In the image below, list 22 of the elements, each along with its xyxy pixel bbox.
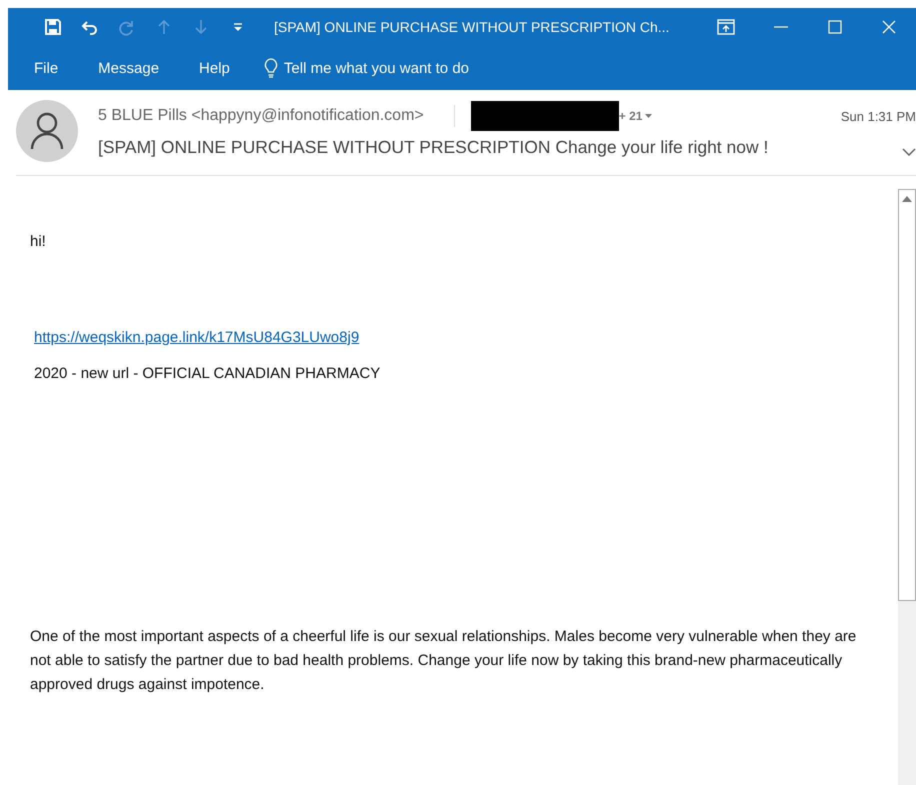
tagline-text: 2020 - new url - OFFICIAL CANADIAN PHARMACY xyxy=(34,365,382,382)
sender-name[interactable]: 5 BLUE Pills <happyny@infonotification.com> xyxy=(98,107,424,125)
scroll-up-icon[interactable] xyxy=(902,196,912,202)
close-icon[interactable] xyxy=(881,19,897,35)
menu-item[interactable]: Message xyxy=(98,60,160,76)
subject-line: [SPAM] ONLINE PURCHASE WITHOUT PRESCRIPTION Change your life right now ! xyxy=(98,137,768,158)
more-recipients-button[interactable]: + 21 xyxy=(618,109,652,123)
search-field[interactable]: Tell me what you want to do xyxy=(264,58,510,78)
lightbulb-icon xyxy=(264,58,278,78)
save-icon[interactable] xyxy=(44,18,62,36)
menu-item[interactable]: File xyxy=(34,60,58,76)
maximize-icon[interactable] xyxy=(827,19,843,35)
body-paragraph: One of the most important aspects of a cheerful life is our sexual relationships. Males become very vulnerable when they are not able to satisfy the partner due to bad health problems. Change your life now by taking this brand-new pharmaceutically approved drugs against impotence. xyxy=(30,627,858,695)
sent-date: Sun 1:31 PM xyxy=(840,108,916,124)
greeting-text: hi! xyxy=(30,233,47,250)
chevron-down-icon[interactable] xyxy=(902,148,916,156)
caret-icon xyxy=(645,114,652,118)
window-title: [SPAM] ONLINE PURCHASE WITHOUT PRESCRIPTION Ch... xyxy=(274,19,670,35)
url-link[interactable]: https://weqskikn.page.link/k17MsU84G3LUwo8j9 xyxy=(34,329,360,346)
menu-item[interactable]: Help xyxy=(199,60,230,76)
scrollbar[interactable] xyxy=(898,189,916,785)
ribbon-display-icon[interactable] xyxy=(717,19,735,35)
